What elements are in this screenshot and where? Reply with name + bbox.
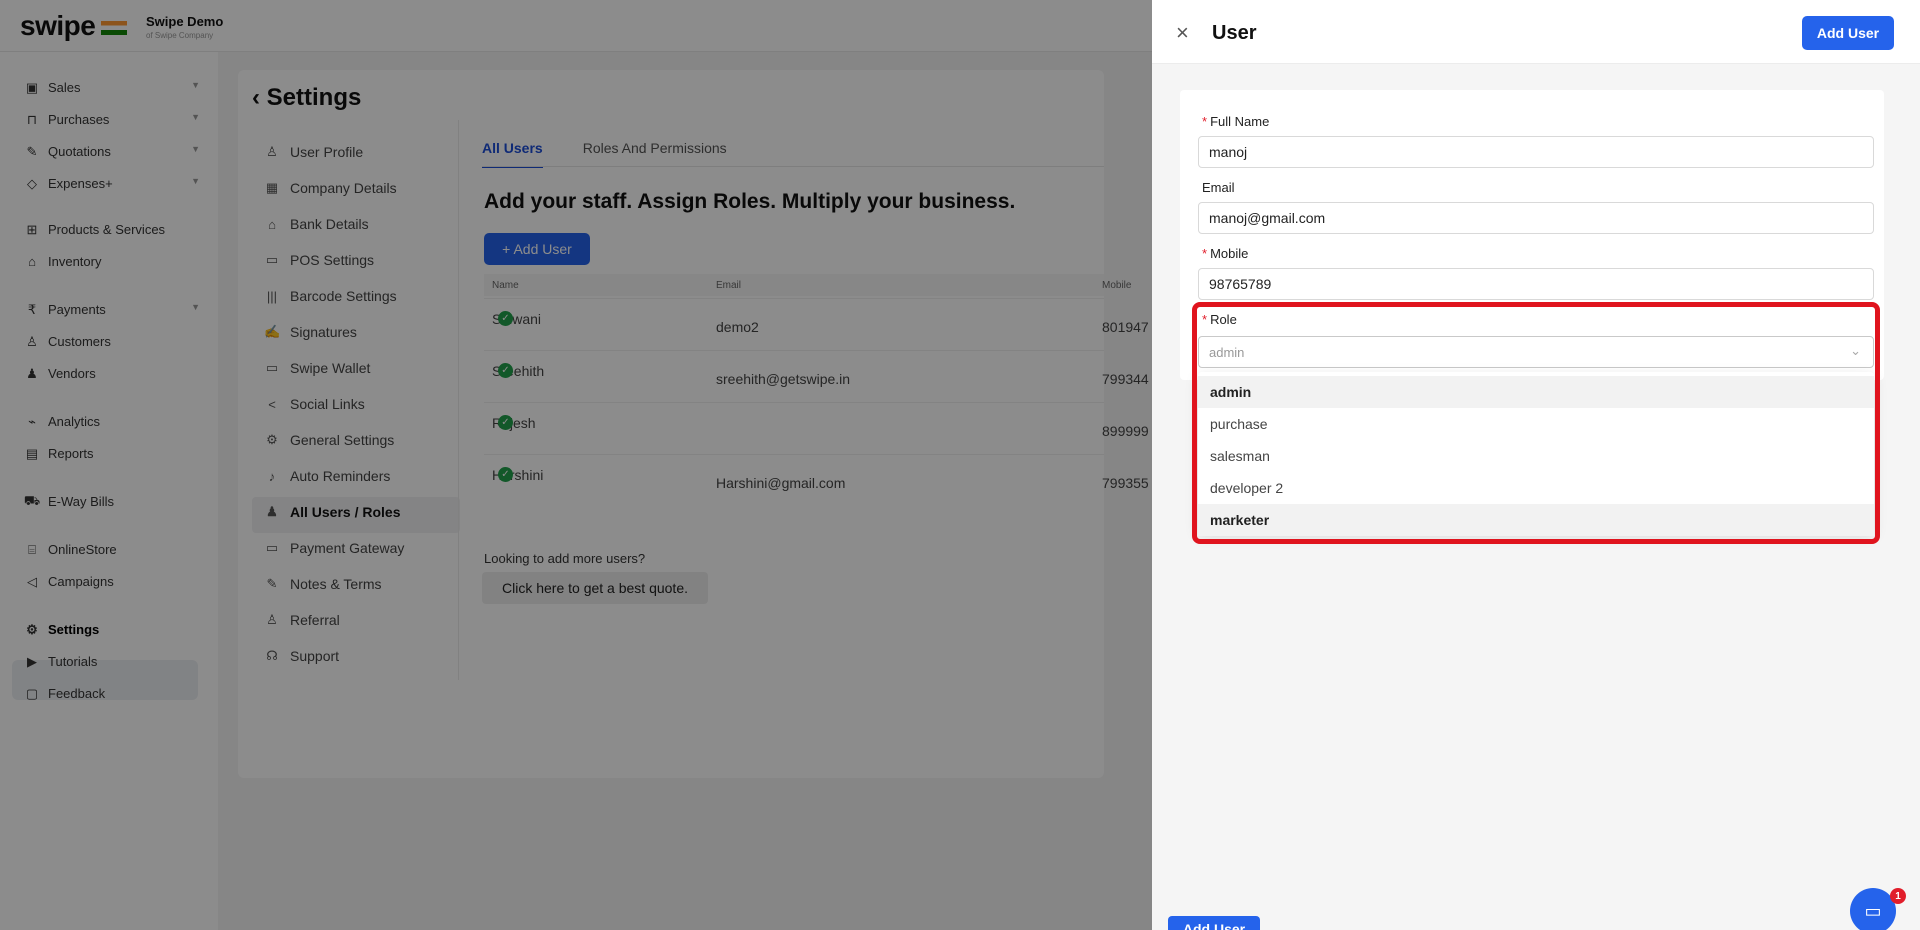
full-name-input[interactable]: manoj (1198, 136, 1874, 168)
drawer-footer-add-user-button[interactable]: Add User (1168, 916, 1260, 930)
close-icon[interactable]: × (1176, 20, 1189, 46)
role-highlight-annotation (1192, 302, 1880, 544)
drawer-header: × User Add User (1152, 0, 1920, 64)
required-marker: * (1202, 114, 1208, 129)
required-marker: * (1202, 246, 1208, 261)
chat-notification-badge: 1 (1890, 888, 1906, 904)
drawer-add-user-button[interactable]: Add User (1802, 16, 1894, 50)
chat-icon: ▭ (1864, 900, 1882, 921)
full-name-label: * Full Name (1202, 114, 1269, 129)
full-name-label-text: Full Name (1210, 114, 1270, 129)
drawer-title: User (1212, 22, 1257, 44)
email-input[interactable]: manoj@gmail.com (1198, 202, 1874, 234)
email-label: Email (1202, 180, 1235, 195)
mobile-input[interactable]: 98765789 (1198, 268, 1874, 300)
mobile-label-text: Mobile (1210, 246, 1249, 261)
modal-overlay[interactable] (0, 0, 1152, 930)
mobile-label: * Mobile (1202, 246, 1248, 261)
